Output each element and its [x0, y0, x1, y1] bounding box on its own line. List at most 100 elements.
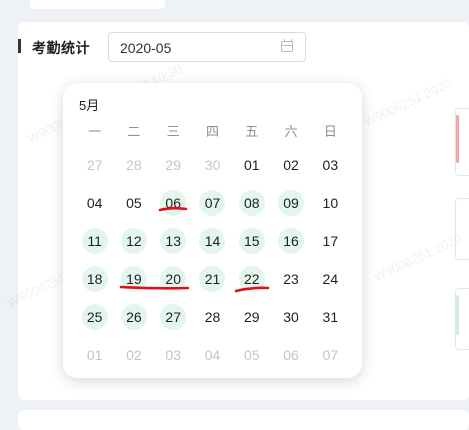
calendar-cell[interactable]: 06	[271, 336, 310, 374]
calendar-cell[interactable]: 18	[75, 260, 114, 298]
calendar-day[interactable]: 26	[120, 304, 147, 330]
calendar-cell[interactable]: 30	[271, 298, 310, 336]
side-card-3-accent	[456, 295, 459, 335]
weekday-header: 一二三四五六日	[75, 121, 350, 139]
calendar-day[interactable]: 13	[160, 228, 187, 254]
calendar-day[interactable]: 29	[239, 304, 265, 330]
calendar-cell[interactable]: 10	[311, 184, 350, 222]
calendar-cell[interactable]: 27	[75, 146, 114, 184]
calendar-cell[interactable]: 01	[232, 146, 271, 184]
calendar-day[interactable]: 14	[199, 228, 226, 254]
calendar-day[interactable]: 12	[120, 228, 147, 254]
calendar-day-other-month[interactable]: 27	[82, 152, 108, 178]
calendar-day-other-month[interactable]: 06	[278, 342, 304, 368]
calendar-cell[interactable]: 02	[114, 336, 153, 374]
calendar-day[interactable]: 15	[238, 228, 265, 254]
calendar-day-other-month[interactable]: 04	[199, 342, 225, 368]
calendar-cell[interactable]: 17	[311, 222, 350, 260]
calendar-cell[interactable]: 29	[154, 146, 193, 184]
calendar-cell[interactable]: 04	[75, 184, 114, 222]
weekday-label: 日	[323, 124, 337, 139]
top-bar	[0, 0, 469, 22]
calendar-day[interactable]: 07	[199, 190, 226, 216]
calendar-day[interactable]: 04	[82, 190, 108, 216]
calendar-day[interactable]: 28	[199, 304, 225, 330]
calendar-cell[interactable]: 21	[193, 260, 232, 298]
calendar-cell[interactable]: 13	[154, 222, 193, 260]
calendar-day[interactable]: 25	[81, 304, 108, 330]
weekday-label: 四	[205, 124, 219, 139]
calendar-cell[interactable]: 03	[311, 146, 350, 184]
calendar-cell[interactable]: 14	[193, 222, 232, 260]
calendar-day-other-month[interactable]: 28	[121, 152, 147, 178]
calendar-cell[interactable]: 07	[193, 184, 232, 222]
calendar-cell[interactable]: 27	[154, 298, 193, 336]
calendar-cell[interactable]: 07	[311, 336, 350, 374]
calendar-day[interactable]: 05	[121, 190, 147, 216]
calendar-cell[interactable]: 01	[75, 336, 114, 374]
calendar-day[interactable]: 01	[239, 152, 265, 178]
calendar-day-other-month[interactable]: 02	[121, 342, 147, 368]
calendar-day[interactable]: 16	[278, 228, 305, 254]
calendar-cell[interactable]: 16	[271, 222, 310, 260]
calendar-day[interactable]: 03	[317, 152, 343, 178]
top-tab[interactable]	[30, 0, 165, 9]
calendar-popup: 5月 一 二 三 四 五 六 日 27 28 29 30 01 02 03 04 05 06 07 08 09 10 1…	[63, 83, 362, 378]
calendar-day[interactable]: 19	[120, 266, 147, 292]
calendar-day[interactable]: 06	[160, 190, 187, 216]
calendar-cell[interactable]: 20	[154, 260, 193, 298]
calendar-day-other-month[interactable]: 30	[199, 152, 225, 178]
side-card-1	[455, 108, 469, 176]
calendar-cell[interactable]: 06	[154, 184, 193, 222]
weekday-label: 二	[127, 124, 141, 139]
calendar-cell[interactable]: 03	[154, 336, 193, 374]
calendar-cell[interactable]: 25	[75, 298, 114, 336]
month-picker-input[interactable]: 2020-05	[108, 32, 306, 62]
calendar-day[interactable]: 31	[317, 304, 343, 330]
weekday-label: 六	[284, 124, 298, 139]
calendar-day[interactable]: 20	[160, 266, 187, 292]
calendar-day-other-month[interactable]: 01	[82, 342, 108, 368]
calendar-day[interactable]: 08	[238, 190, 265, 216]
calendar-day-other-month[interactable]: 07	[317, 342, 343, 368]
calendar-day[interactable]: 30	[278, 304, 304, 330]
calendar-day[interactable]: 17	[317, 228, 343, 254]
calendar-cell[interactable]: 05	[232, 336, 271, 374]
calendar-day-other-month[interactable]: 29	[160, 152, 186, 178]
calendar-day[interactable]: 18	[81, 266, 108, 292]
calendar-day[interactable]: 27	[160, 304, 187, 330]
calendar-cell[interactable]: 19	[114, 260, 153, 298]
calendar-day[interactable]: 24	[317, 266, 343, 292]
calendar-cell[interactable]: 02	[271, 146, 310, 184]
calendar-cell[interactable]: 12	[114, 222, 153, 260]
calendar-day[interactable]: 21	[199, 266, 226, 292]
calendar-cell[interactable]: 28	[114, 146, 153, 184]
side-card-3	[455, 288, 469, 350]
calendar-day-other-month[interactable]: 03	[160, 342, 186, 368]
calendar-day[interactable]: 22	[238, 266, 265, 292]
side-card-2	[455, 198, 469, 260]
calendar-cell[interactable]: 15	[232, 222, 271, 260]
calendar-cell[interactable]: 29	[232, 298, 271, 336]
calendar-day[interactable]: 23	[278, 266, 304, 292]
section-title: 考勤统计	[32, 40, 90, 56]
calendar-cell[interactable]: 30	[193, 146, 232, 184]
calendar-cell[interactable]: 23	[271, 260, 310, 298]
calendar-day[interactable]: 11	[81, 228, 108, 254]
calendar-day-other-month[interactable]: 05	[239, 342, 265, 368]
calendar-icon[interactable]	[281, 39, 293, 52]
calendar-cell[interactable]: 22	[232, 260, 271, 298]
calendar-cell[interactable]: 08	[232, 184, 271, 222]
calendar-day[interactable]: 02	[278, 152, 304, 178]
calendar-day[interactable]: 10	[317, 190, 343, 216]
calendar-day[interactable]: 09	[278, 190, 305, 216]
calendar-cell[interactable]: 26	[114, 298, 153, 336]
calendar-cell[interactable]: 24	[311, 260, 350, 298]
calendar-cell[interactable]: 28	[193, 298, 232, 336]
calendar-cell[interactable]: 31	[311, 298, 350, 336]
calendar-cell[interactable]: 05	[114, 184, 153, 222]
next-panel	[18, 410, 469, 430]
calendar-cell[interactable]: 04	[193, 336, 232, 374]
calendar-cell[interactable]: 09	[271, 184, 310, 222]
calendar-cell[interactable]: 11	[75, 222, 114, 260]
